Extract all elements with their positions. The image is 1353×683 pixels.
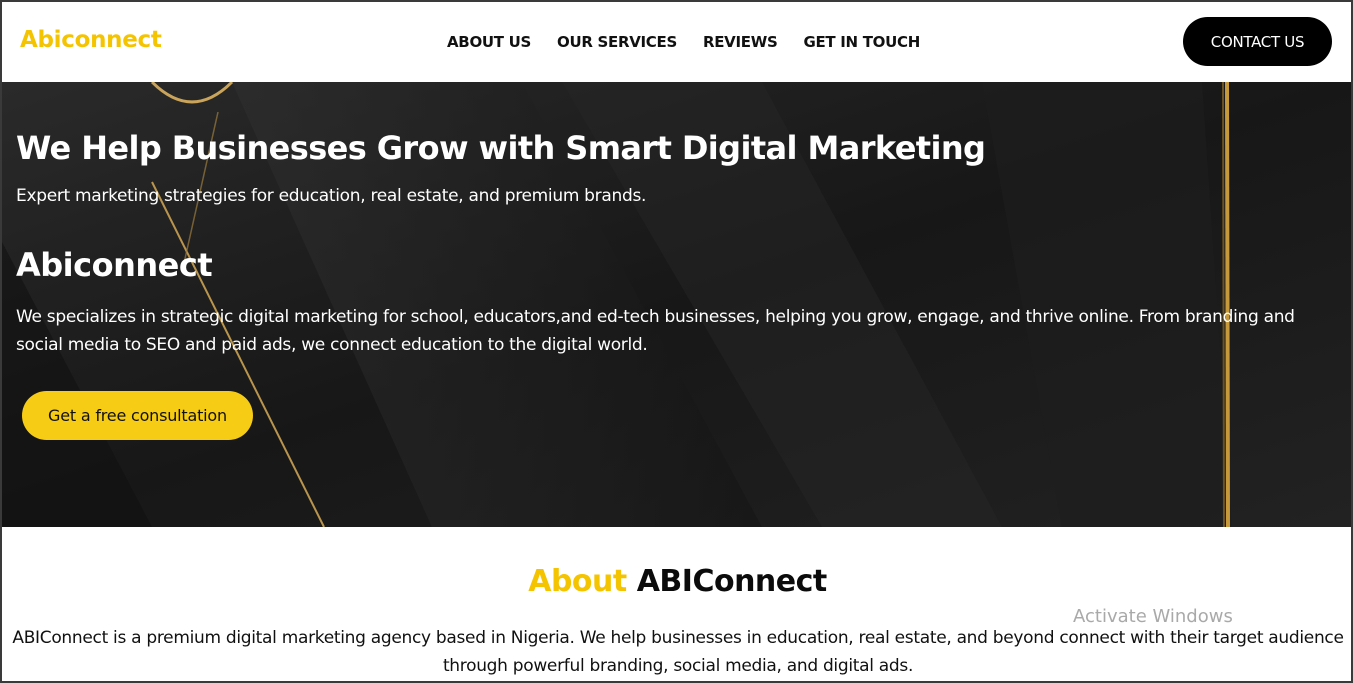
nav-menu: ABOUT US OUR SERVICES REVIEWS GET IN TOU… bbox=[447, 33, 946, 51]
hero-subtitle: Expert marketing strategies for educatio… bbox=[16, 186, 647, 206]
hero-description: We specializes in strategic digital mark… bbox=[16, 307, 1295, 355]
navbar: Abiconnect ABOUT US OUR SERVICES REVIEWS… bbox=[2, 2, 1351, 82]
free-consultation-button[interactable]: Get a free consultation bbox=[22, 391, 253, 440]
activate-windows-watermark: Activate Windows bbox=[1073, 606, 1233, 627]
about-text: ABIConnect is a premium digital marketin… bbox=[12, 628, 1344, 676]
nav-link-get-in-touch[interactable]: GET IN TOUCH bbox=[803, 33, 920, 51]
nav-link-about-us[interactable]: ABOUT US bbox=[447, 33, 531, 51]
about-heading: About ABIConnect bbox=[2, 564, 1351, 599]
about-heading-accent: About bbox=[528, 564, 627, 599]
logo[interactable]: Abiconnect bbox=[20, 27, 162, 53]
hero-title: We Help Businesses Grow with Smart Digit… bbox=[16, 129, 986, 167]
hero-brand-heading: Abiconnect bbox=[16, 246, 213, 284]
page: Abiconnect ABOUT US OUR SERVICES REVIEWS… bbox=[0, 0, 1353, 683]
hero-section: We Help Businesses Grow with Smart Digit… bbox=[2, 82, 1351, 527]
about-heading-brand: ABIConnect bbox=[636, 564, 828, 599]
nav-link-our-services[interactable]: OUR SERVICES bbox=[557, 33, 677, 51]
nav-link-reviews[interactable]: REVIEWS bbox=[703, 33, 778, 51]
contact-us-button[interactable]: CONTACT US bbox=[1183, 17, 1332, 66]
